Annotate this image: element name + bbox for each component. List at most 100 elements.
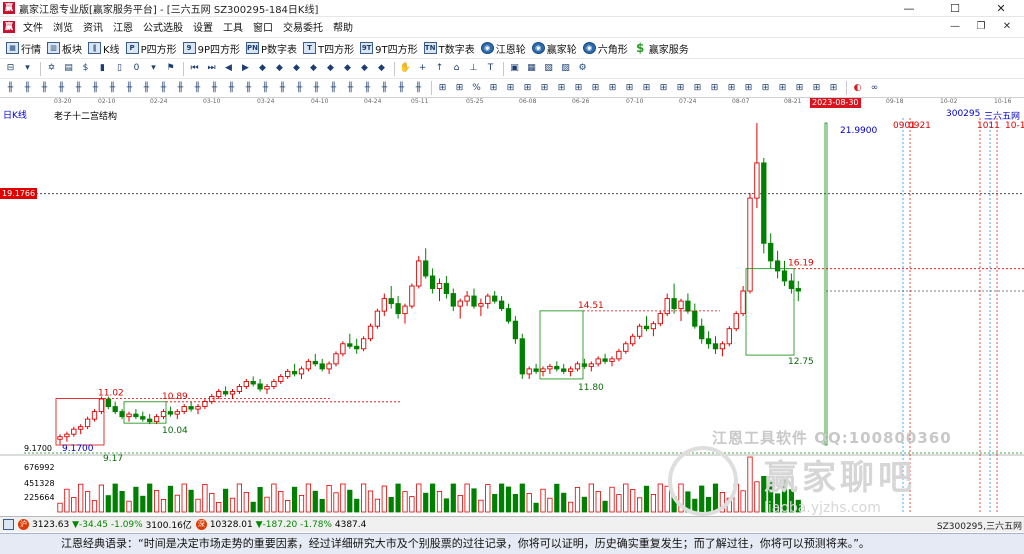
mdi-close-button[interactable]: ✕ [994,17,1020,36]
layout-icon[interactable]: ⊟ [4,62,17,75]
grid-icon[interactable] [3,519,14,530]
infinity-icon[interactable]: ∞ [868,82,881,95]
chart-tool-icon[interactable]: ⊞ [708,82,721,95]
flag-icon[interactable]: ⚑ [164,62,177,75]
first-icon[interactable]: ⏮ [188,62,201,75]
menu-formula-screen[interactable]: 公式选股 [138,19,188,34]
diamond-icon[interactable]: ◆ [273,62,286,75]
diamond-icon[interactable]: ◆ [324,62,337,75]
chart-tool-icon[interactable]: ⊞ [504,82,517,95]
chart-tool-icon[interactable]: ⊞ [691,82,704,95]
toolbar-9p-square[interactable]: 9 9P四方形 [182,41,240,56]
toolbar-winner-service[interactable]: $ 赢家服务 [634,41,689,56]
percent-icon[interactable]: % [470,82,483,95]
chart-line-icon[interactable]: ╫ [89,82,102,95]
settings-icon[interactable]: ⚙ [576,62,589,75]
chart-tool-icon[interactable]: ⊞ [827,82,840,95]
diamond-icon[interactable]: ◆ [358,62,371,75]
chart-line-icon[interactable]: ╫ [327,82,340,95]
chart-line-icon[interactable]: ╫ [395,82,408,95]
chart-tool-icon[interactable]: ⊞ [436,82,449,95]
prev-icon[interactable]: ◀ [222,62,235,75]
diamond-icon[interactable]: ◆ [307,62,320,75]
last-icon[interactable]: ⏭ [205,62,218,75]
chart-line-icon[interactable]: ╫ [378,82,391,95]
kline-chart[interactable]: 21.9900 16.19 14.51 12.75 11.80 11.02 10.89 10.… [0,108,1024,516]
hand-icon[interactable]: ✋ [399,62,412,75]
chart-line-icon[interactable]: ╫ [293,82,306,95]
chart-line-icon[interactable]: ╫ [4,82,17,95]
chart-tool-icon[interactable]: ⊞ [606,82,619,95]
chart-tool-icon[interactable]: ⊞ [572,82,585,95]
print-icon[interactable]: ▨ [559,62,572,75]
chart-tool-icon[interactable]: ⊞ [776,82,789,95]
toolbar-t-square[interactable]: T T四方形 [303,41,354,56]
chart-line-icon[interactable]: ╫ [123,82,136,95]
chart-line-icon[interactable]: ╫ [106,82,119,95]
chart-line-icon[interactable]: ╫ [310,82,323,95]
chart-line-icon[interactable]: ╫ [208,82,221,95]
bar-icon[interactable]: ▮ [96,62,109,75]
ruler-icon[interactable]: ⊥ [467,62,480,75]
chart-tool-icon[interactable]: ⊞ [759,82,772,95]
mdi-minimize-button[interactable]: — [942,17,968,36]
maximize-button[interactable]: ☐ [932,0,978,17]
close-button[interactable]: ✕ [978,0,1024,17]
toolbar-9t-square[interactable]: 9T 9T四方形 [360,41,418,56]
menu-file[interactable]: 文件 [18,19,48,34]
diamond-icon[interactable]: ◆ [375,62,388,75]
chart-tool-icon[interactable]: ⊞ [555,82,568,95]
color-wheel-icon[interactable]: ◐ [851,82,864,95]
chart-tool-icon[interactable]: ⊞ [810,82,823,95]
candle-small-icon[interactable]: ▯ [113,62,126,75]
chart-line-icon[interactable]: ╫ [242,82,255,95]
mdi-restore-button[interactable]: ❐ [968,17,994,36]
toolbar-kline[interactable]: ‖ K线 [88,41,120,56]
menu-browse[interactable]: 浏览 [48,19,78,34]
chart-line-icon[interactable]: ╫ [259,82,272,95]
text-icon[interactable]: T [484,62,497,75]
chart-tool-icon[interactable]: ⊞ [640,82,653,95]
chart-tool-icon[interactable]: ⊞ [742,82,755,95]
open-icon[interactable]: ▧ [542,62,555,75]
chart-line-icon[interactable]: ╫ [191,82,204,95]
chart-tool-icon[interactable]: ⊞ [793,82,806,95]
chart-line-icon[interactable]: ╫ [72,82,85,95]
toolbar-gann-wheel[interactable]: ◉ 江恩轮 [480,41,526,56]
arrow-up-icon[interactable]: ↑ [433,62,446,75]
chart-line-icon[interactable]: ╫ [361,82,374,95]
toolbar-p-square[interactable]: P P四方形 [125,41,177,56]
tag-icon[interactable]: ⌂ [450,62,463,75]
toolbar-quotes[interactable]: ▦ 行情 [6,41,41,56]
diamond-icon[interactable]: ◆ [341,62,354,75]
chart-tool-icon[interactable]: ⊞ [487,82,500,95]
next-icon[interactable]: ▶ [239,62,252,75]
toolbar-hexagon[interactable]: ◉ 六角形 [582,41,628,56]
chart-line-icon[interactable]: ╫ [140,82,153,95]
toolbar-winner-wheel[interactable]: ◉ 赢家轮 [531,41,577,56]
menu-settings[interactable]: 设置 [188,19,218,34]
chart-tool-icon[interactable]: ⊞ [453,82,466,95]
chart-tool-icon[interactable]: ⊞ [623,82,636,95]
calendar-icon[interactable]: ▤ [62,62,75,75]
crosshair-icon[interactable]: + [416,62,429,75]
minimize-button[interactable]: — [886,0,932,17]
menu-gann[interactable]: 江恩 [108,19,138,34]
hexagram-icon[interactable]: ✡ [45,62,58,75]
chart-line-icon[interactable]: ╫ [276,82,289,95]
dropdown-icon[interactable]: ▾ [147,62,160,75]
menu-trade[interactable]: 交易委托 [278,19,328,34]
chart-tool-icon[interactable]: ⊞ [589,82,602,95]
dollar-small-icon[interactable]: $ [79,62,92,75]
diamond-icon[interactable]: ◆ [256,62,269,75]
chart-line-icon[interactable]: ╫ [38,82,51,95]
chart-line-icon[interactable]: ╫ [412,82,425,95]
chart-tool-icon[interactable]: ⊞ [725,82,738,95]
toolbar-t-number-table[interactable]: TN T数字表 [423,41,475,56]
chart-tool-icon[interactable]: ⊞ [657,82,670,95]
chart-line-icon[interactable]: ╫ [55,82,68,95]
chart-line-icon[interactable]: ╫ [174,82,187,95]
save-icon[interactable]: ▦ [525,62,538,75]
image-icon[interactable]: ▣ [508,62,521,75]
menu-help[interactable]: 帮助 [328,19,358,34]
